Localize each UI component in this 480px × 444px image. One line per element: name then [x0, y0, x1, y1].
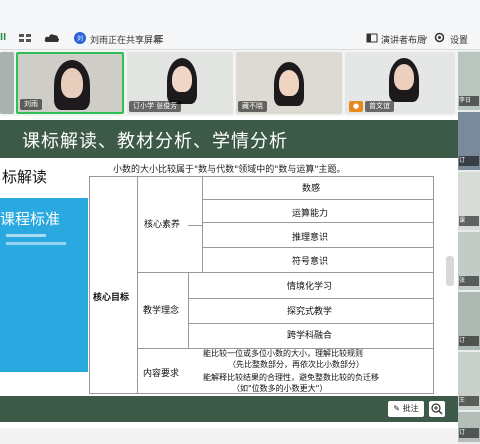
- participant-strip: 刘雨 订小学 张俊芳 藏不晓 ● 曾文谊: [0, 50, 480, 116]
- group-item: 探究式教学: [287, 307, 333, 317]
- group-item: 运算能力: [292, 209, 329, 219]
- participant-face: [279, 70, 299, 96]
- settings-button[interactable]: 设置: [450, 33, 468, 46]
- slide-header-band: 课标解读、教材分析、学情分析: [0, 120, 458, 158]
- row-line: [188, 298, 434, 299]
- slide-title: 课标解读、教材分析、学情分析: [22, 131, 288, 152]
- curriculum-book-cover: 课程标准: [0, 198, 88, 372]
- book-title: 课程标准: [0, 210, 61, 228]
- sidebar-participant-tile[interactable]: 课: [458, 172, 480, 230]
- group-label: 核心素养: [144, 220, 181, 230]
- group-label: 内容要求: [143, 369, 180, 379]
- group-label: 教学理念: [143, 306, 180, 316]
- table-main-label: 核心目标: [93, 293, 130, 303]
- group-item: 符号意识: [292, 257, 329, 267]
- row-line: [202, 247, 434, 248]
- sidebar-participant-name: 张: [459, 276, 479, 286]
- sidebar-participant-tile[interactable]: 订: [458, 292, 480, 350]
- svg-text:刘: 刘: [77, 35, 83, 43]
- shared-slide: 课标解读、教材分析、学情分析 标解读 课程标准 小数的大小比较属于"数与代数"领…: [0, 116, 458, 428]
- group-item: 数感: [302, 184, 321, 194]
- participant-tile-partial[interactable]: [0, 52, 14, 114]
- requirement-line: （如"位数多的小数更大"）: [232, 384, 328, 393]
- sidebar-participant-name: 订: [459, 156, 479, 166]
- slide-subheading: 标解读: [2, 168, 48, 186]
- row-line: [202, 199, 434, 200]
- book-subtitle-line: [6, 234, 46, 237]
- sidebar-participant-name: 订: [459, 428, 479, 438]
- zoom-in-icon: [431, 403, 443, 415]
- participant-tile[interactable]: 订小学 张俊芳: [127, 52, 233, 114]
- sidebar-participant-name: 订: [459, 336, 479, 346]
- requirement-line: 能比较一位或多位小数的大小，理解比较规则: [203, 349, 363, 358]
- pen-icon: ✎: [393, 404, 401, 413]
- group-item: 跨学科融合: [287, 331, 333, 341]
- annotate-label: 批注: [402, 404, 419, 413]
- annotate-button[interactable]: ✎ 批注: [388, 401, 424, 417]
- layout-icon[interactable]: [366, 33, 378, 43]
- sidebar-participant-tile[interactable]: 李日: [458, 52, 480, 110]
- menu-icon[interactable]: [154, 33, 164, 43]
- row-line: [202, 222, 434, 223]
- sidebar-participant-tile[interactable]: 订: [458, 112, 480, 170]
- table-divider: [137, 176, 138, 394]
- requirement-line: （先比整数部分，再依次比小数部分）: [228, 360, 364, 369]
- chevron-down-icon[interactable]: [420, 33, 428, 43]
- group-divider: [188, 272, 189, 348]
- sidebar-participant-tile[interactable]: 张: [458, 232, 480, 290]
- participant-face: [172, 66, 192, 92]
- participant-face: [394, 64, 414, 90]
- participant-tile[interactable]: 藏不晓: [236, 52, 342, 114]
- slide-caption: 小数的大小比较属于"数与代数"领域中的"数与运算"主题。: [113, 165, 346, 175]
- sidebar-participant-tile[interactable]: 王: [458, 352, 480, 410]
- bottom-bar: [0, 428, 458, 444]
- slide-scrollbar[interactable]: [446, 256, 454, 286]
- sidebar-participant-tile[interactable]: 订: [458, 412, 480, 442]
- participant-tile[interactable]: ● 曾文谊: [345, 52, 455, 114]
- group-item: 情境化学习: [287, 282, 333, 292]
- sidebar-participant-name: 王: [459, 396, 479, 406]
- participant-face: [61, 68, 83, 98]
- book-subtitle-line: [6, 242, 66, 245]
- host-badge: ●: [349, 101, 364, 112]
- group-divider: [202, 176, 203, 272]
- gear-icon[interactable]: [434, 32, 445, 43]
- row-line: [188, 323, 434, 324]
- connector-line: [188, 225, 202, 226]
- participant-name: 刘雨: [20, 99, 42, 110]
- cloud-icon[interactable]: [44, 33, 60, 43]
- sharing-status: 刘雨正在共享屏幕: [90, 36, 163, 46]
- sidebar-participant-name: 李日: [459, 96, 479, 106]
- participant-name: 订小学 张俊芳: [129, 101, 182, 112]
- grid-icon[interactable]: [18, 33, 32, 43]
- participant-name: 曾文谊: [365, 101, 394, 112]
- participant-tile-active[interactable]: 刘雨: [16, 52, 124, 114]
- sidebar-participant-name: 课: [459, 216, 479, 226]
- group-item: 推理意识: [292, 233, 329, 243]
- zoom-button[interactable]: [429, 401, 445, 417]
- presenter-avatar-icon: 刘: [74, 32, 86, 44]
- group-separator: [137, 272, 434, 273]
- participant-name: 藏不晓: [238, 101, 267, 112]
- participant-sidebar: 李日 订 课 张 订 王 订: [458, 50, 480, 444]
- signal-fragment: ll: [0, 33, 7, 43]
- requirement-line: 能解释比较结果的合理性，避免整数比较的负迁移: [203, 373, 379, 382]
- meeting-toolbar: ll 刘 刘雨正在共享屏幕 演讲者布局 设置: [0, 0, 480, 50]
